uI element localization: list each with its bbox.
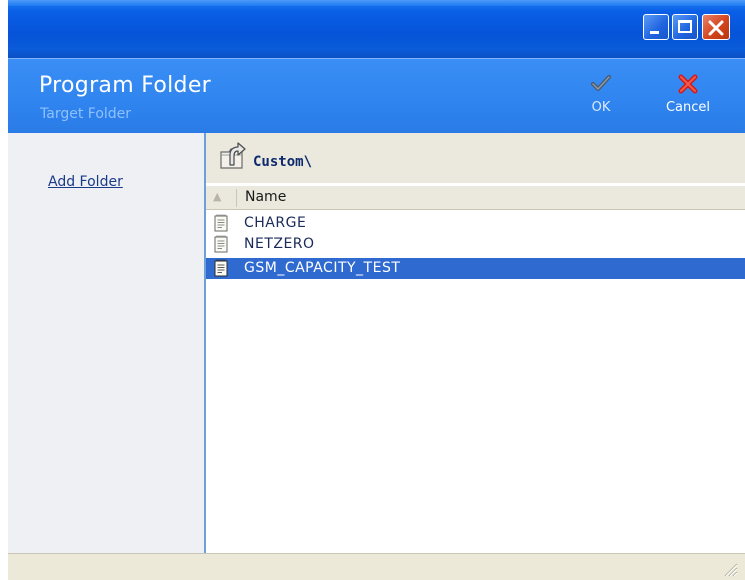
dialog-body: Add Folder Custom\ ▲ Name CHARGE NETZERO…: [8, 133, 745, 553]
close-icon: [708, 20, 724, 36]
list-item-selected[interactable]: GSM_CAPACITY_TEST: [206, 258, 745, 279]
list-item-label: GSM_CAPACITY_TEST: [244, 260, 401, 276]
status-bar: [8, 553, 745, 580]
folder-up-icon[interactable]: [218, 141, 248, 175]
ok-button[interactable]: OK: [588, 74, 614, 115]
column-name-label: Name: [245, 189, 287, 205]
maximize-icon: [678, 20, 692, 33]
cancel-label: Cancel: [665, 100, 711, 115]
document-icon: [214, 214, 228, 236]
list-item[interactable]: NETZERO: [206, 234, 745, 255]
program-folder-window: Program Folder Target Folder OK Cancel A…: [8, 0, 745, 580]
document-icon: [214, 259, 228, 281]
dialog-header: Program Folder Target Folder OK Cancel: [8, 58, 745, 133]
column-separator: [236, 189, 237, 207]
resize-grip-icon[interactable]: [720, 559, 738, 580]
sidebar: Add Folder: [8, 133, 206, 553]
cancel-x-icon: [678, 74, 698, 94]
document-icon: [214, 235, 228, 257]
page-title: Program Folder: [39, 73, 212, 98]
add-folder-link[interactable]: Add Folder: [48, 174, 123, 190]
path-bar: Custom\: [206, 133, 745, 183]
list-item[interactable]: CHARGE: [206, 213, 745, 234]
sort-ascending-icon: ▲: [213, 190, 222, 203]
ok-label: OK: [591, 100, 611, 115]
list-item-label: CHARGE: [244, 215, 307, 231]
checkmark-icon: [591, 75, 611, 91]
cancel-button[interactable]: Cancel: [658, 74, 718, 115]
folder-browser: Custom\ ▲ Name CHARGE NETZERO GSM_CAPACI…: [206, 133, 745, 553]
current-path: Custom\: [253, 154, 313, 170]
column-header-name[interactable]: ▲ Name: [206, 186, 745, 210]
title-bar[interactable]: [8, 0, 745, 58]
close-button[interactable]: [702, 14, 730, 40]
page-subtitle: Target Folder: [40, 106, 132, 122]
maximize-button[interactable]: [672, 14, 698, 40]
list-item-label: NETZERO: [244, 236, 315, 252]
minimize-icon: [650, 31, 659, 34]
minimize-button[interactable]: [643, 14, 669, 40]
